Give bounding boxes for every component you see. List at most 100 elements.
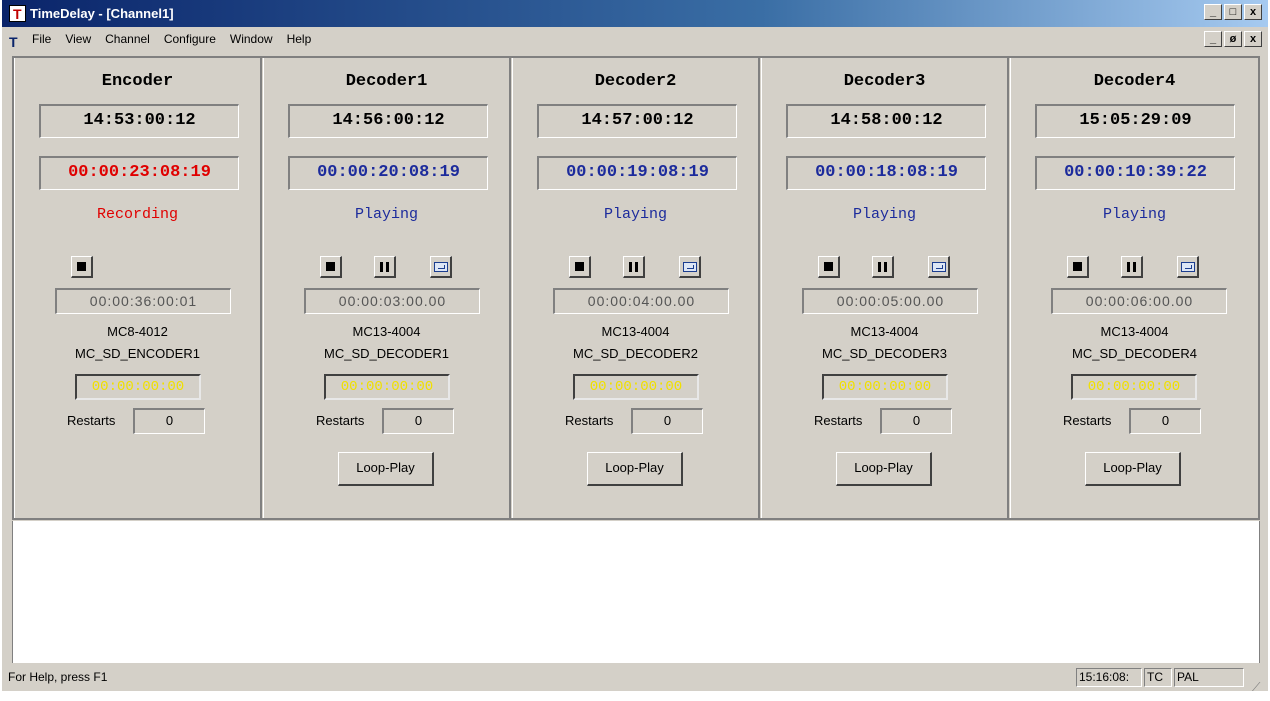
mdi-close-button[interactable]: x bbox=[1244, 31, 1262, 47]
timecode-display: 00:00:00:00 bbox=[573, 374, 699, 400]
device-model: MC13-4004 bbox=[1100, 324, 1169, 339]
delay-time: 00:00:36:00:01 bbox=[55, 288, 231, 314]
loop-play-button[interactable]: Loop-Play bbox=[338, 452, 434, 486]
pause-icon bbox=[1127, 261, 1136, 272]
stop-button[interactable] bbox=[818, 256, 840, 278]
timecode-display: 00:00:00:00 bbox=[1071, 374, 1197, 400]
elapsed-counter: 00:00:19:08:19 bbox=[537, 156, 737, 190]
loop-play-button[interactable]: Loop-Play bbox=[1085, 452, 1181, 486]
loop-play-button[interactable]: Loop-Play bbox=[836, 452, 932, 486]
stop-icon bbox=[77, 262, 86, 271]
pause-button[interactable] bbox=[1121, 256, 1143, 278]
elapsed-counter: 00:00:18:08:19 bbox=[786, 156, 986, 190]
loop-button[interactable] bbox=[1177, 256, 1199, 278]
pause-icon bbox=[629, 261, 638, 272]
channel-decoder3: Decoder3 14:58:00:12 00:00:18:08:19 Play… bbox=[761, 58, 1009, 518]
restarts-label: Restarts bbox=[814, 413, 863, 428]
menu-file[interactable]: File bbox=[32, 28, 51, 50]
timecode-display: 00:00:00:00 bbox=[75, 374, 201, 400]
maximize-button[interactable]: □ bbox=[1224, 4, 1242, 20]
menu-window[interactable]: Window bbox=[230, 28, 273, 50]
restarts-count: 0 bbox=[880, 408, 952, 434]
loop-button[interactable] bbox=[679, 256, 701, 278]
device-name: MC_SD_DECODER2 bbox=[573, 346, 698, 361]
delay-time: 00:00:04:00.00 bbox=[553, 288, 729, 314]
status-tc: TC bbox=[1144, 668, 1172, 687]
pause-icon bbox=[878, 261, 887, 272]
pause-icon bbox=[380, 261, 389, 272]
loop-button[interactable] bbox=[928, 256, 950, 278]
elapsed-counter: 00:00:10:39:22 bbox=[1035, 156, 1235, 190]
status-label: Playing bbox=[852, 206, 916, 223]
current-time: 15:05:29:09 bbox=[1035, 104, 1235, 138]
log-area[interactable] bbox=[12, 521, 1260, 663]
loop-icon bbox=[682, 261, 697, 272]
resize-grip-icon[interactable]: ⟋ bbox=[1252, 674, 1264, 694]
stop-button[interactable] bbox=[71, 256, 93, 278]
loop-button[interactable] bbox=[430, 256, 452, 278]
channel-decoder1: Decoder1 14:56:00:12 00:00:20:08:19 Play… bbox=[263, 58, 511, 518]
device-name: MC_SD_DECODER1 bbox=[324, 346, 449, 361]
restarts-label: Restarts bbox=[1063, 413, 1112, 428]
stop-button[interactable] bbox=[320, 256, 342, 278]
stop-button[interactable] bbox=[1067, 256, 1089, 278]
loop-icon bbox=[931, 261, 946, 272]
app-icon[interactable]: T bbox=[9, 5, 26, 22]
menu-configure[interactable]: Configure bbox=[164, 28, 216, 50]
status-help-text: For Help, press F1 bbox=[8, 670, 108, 684]
channel-encoder: Encoder 14:53:00:12 00:00:23:08:19 Recor… bbox=[14, 58, 262, 518]
document-icon[interactable]: T bbox=[9, 31, 25, 50]
title-bar[interactable]: T TimeDelay - [Channel1] _ □ x bbox=[2, 0, 1268, 27]
stop-icon bbox=[326, 262, 335, 271]
stop-icon bbox=[1073, 262, 1082, 271]
device-model: MC13-4004 bbox=[601, 324, 670, 339]
restarts-label: Restarts bbox=[316, 413, 365, 428]
status-bar: For Help, press F1 15:16:08: TC PAL ⟋ bbox=[2, 664, 1268, 694]
delay-time: 00:00:03:00.00 bbox=[304, 288, 480, 314]
menu-channel[interactable]: Channel bbox=[105, 28, 150, 50]
channel-title: Decoder2 bbox=[594, 72, 677, 91]
mdi-minimize-button[interactable]: _ bbox=[1204, 31, 1222, 47]
pause-button[interactable] bbox=[872, 256, 894, 278]
status-label: Playing bbox=[354, 206, 418, 223]
menu-bar: T File View Channel Configure Window Hel… bbox=[2, 28, 1268, 50]
device-model: MC8-4012 bbox=[107, 324, 168, 339]
channel-decoder4: Decoder4 15:05:29:09 00:00:10:39:22 Play… bbox=[1010, 58, 1258, 518]
device-name: MC_SD_ENCODER1 bbox=[75, 346, 200, 361]
delay-time: 00:00:06:00.00 bbox=[1051, 288, 1227, 314]
window-title: TimeDelay - [Channel1] bbox=[30, 6, 174, 21]
channel-panel: Encoder 14:53:00:12 00:00:23:08:19 Recor… bbox=[12, 56, 1260, 520]
status-label: Playing bbox=[603, 206, 667, 223]
channel-decoder2: Decoder2 14:57:00:12 00:00:19:08:19 Play… bbox=[512, 58, 760, 518]
device-name: MC_SD_DECODER4 bbox=[1072, 346, 1197, 361]
loop-icon bbox=[1180, 261, 1195, 272]
loop-play-button[interactable]: Loop-Play bbox=[587, 452, 683, 486]
device-name: MC_SD_DECODER3 bbox=[822, 346, 947, 361]
delay-time: 00:00:05:00.00 bbox=[802, 288, 978, 314]
restarts-label: Restarts bbox=[565, 413, 614, 428]
loop-icon bbox=[433, 261, 448, 272]
stop-icon bbox=[575, 262, 584, 271]
restarts-count: 0 bbox=[133, 408, 205, 434]
close-button[interactable]: x bbox=[1244, 4, 1262, 20]
status-label: Recording bbox=[96, 206, 178, 223]
restarts-count: 0 bbox=[631, 408, 703, 434]
menu-help[interactable]: Help bbox=[287, 28, 312, 50]
device-model: MC13-4004 bbox=[352, 324, 421, 339]
status-label: Playing bbox=[1102, 206, 1166, 223]
device-model: MC13-4004 bbox=[850, 324, 919, 339]
restarts-count: 0 bbox=[382, 408, 454, 434]
mdi-restore-button[interactable]: ø bbox=[1224, 31, 1242, 47]
status-time: 15:16:08: bbox=[1076, 668, 1142, 687]
minimize-button[interactable]: _ bbox=[1204, 4, 1222, 20]
current-time: 14:57:00:12 bbox=[537, 104, 737, 138]
stop-icon bbox=[824, 262, 833, 271]
pause-button[interactable] bbox=[374, 256, 396, 278]
channel-title: Decoder4 bbox=[1093, 72, 1176, 91]
app-window: T TimeDelay - [Channel1] _ □ x T File Vi… bbox=[2, 0, 1268, 694]
stop-button[interactable] bbox=[569, 256, 591, 278]
menu-view[interactable]: View bbox=[65, 28, 91, 50]
channel-title: Decoder1 bbox=[345, 72, 428, 91]
pause-button[interactable] bbox=[623, 256, 645, 278]
channel-title: Encoder bbox=[101, 72, 174, 91]
